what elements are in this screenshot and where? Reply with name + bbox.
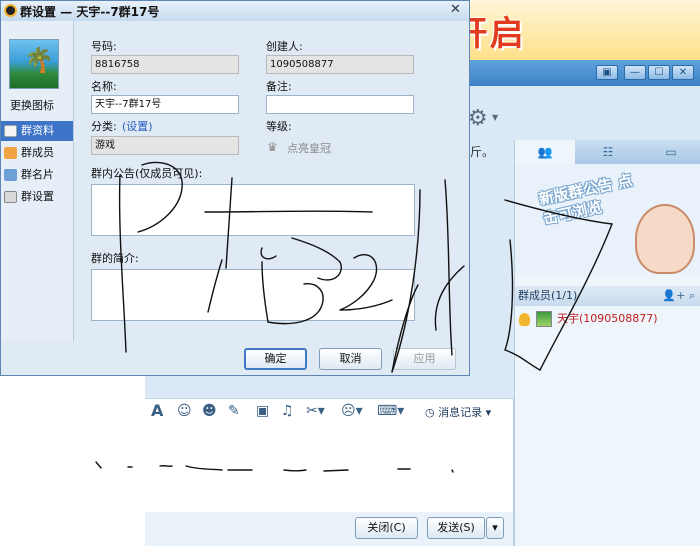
- members-count-label: 群成员(1/1): [518, 289, 578, 302]
- tab-album[interactable]: ▭: [641, 140, 700, 164]
- intro-textarea[interactable]: [91, 269, 415, 321]
- side-panel: 👥 ☷ ▭ 新版群公告 点击可浏览 群成员(1/1) 👤+ ⌕ 天宇(10905…: [514, 140, 700, 546]
- ad-text: 新版群公告 点击可浏览: [537, 171, 635, 229]
- emoji-icon[interactable]: ☺: [177, 403, 192, 419]
- tab-files[interactable]: ☷: [578, 140, 638, 164]
- divider: [513, 398, 514, 546]
- name-label: 名称:: [91, 80, 117, 93]
- font-icon[interactable]: A: [151, 401, 163, 420]
- dialog-title: 群设置 — 天宇--7群17号: [20, 5, 160, 19]
- input-toolbar: A ☺ ☻ ✎ ▣ ♫ ✂▾ ☹▾ ⌨▾ ◷ 消息记录 ▾: [145, 398, 513, 424]
- chevron-down-icon[interactable]: ▼: [492, 113, 498, 122]
- window-icon: ▭: [665, 145, 677, 159]
- message-input[interactable]: [145, 424, 513, 512]
- category-field: 游戏: [91, 136, 239, 155]
- send-button[interactable]: 发送(S): [427, 517, 485, 539]
- qq-penguin-icon: [4, 4, 17, 17]
- magic-face-icon[interactable]: ☻: [202, 403, 217, 419]
- number-field: 8816758: [91, 55, 239, 74]
- clock-icon: ◷: [425, 406, 439, 419]
- members-tools: 👤+ ⌕: [662, 286, 695, 306]
- dialog-titlebar[interactable]: 群设置 — 天宇--7群17号 ✕: [1, 1, 469, 21]
- image-icon[interactable]: ▣: [256, 403, 269, 419]
- palm-tree-icon: 🌴: [24, 46, 54, 74]
- screenshot-scissors-icon[interactable]: ✂▾: [306, 403, 325, 419]
- close-button[interactable]: 关闭(C): [355, 517, 418, 539]
- settings-nav: 🌴 更换图标 群资料 群成员 群名片 群设置: [1, 21, 74, 341]
- side-tabs: 👥 ☷ ▭: [515, 140, 700, 164]
- category-settings-link[interactable]: (设置): [122, 118, 153, 134]
- group-settings-icon: [4, 191, 17, 203]
- group-info-icon: [4, 125, 17, 137]
- music-icon[interactable]: ♫: [281, 403, 294, 419]
- close-icon[interactable]: ✕: [442, 1, 469, 19]
- chat-mode-icon[interactable]: ⌨▾: [377, 403, 404, 419]
- search-icon[interactable]: ⌕: [689, 289, 695, 302]
- nav-item-group-members[interactable]: 群成员: [1, 143, 73, 163]
- nav-item-label: 群成员: [21, 146, 54, 159]
- creator-field: 1090508877: [266, 55, 414, 74]
- apply-button[interactable]: 应用: [393, 348, 456, 370]
- people-icon: 👥: [537, 145, 553, 159]
- member-name: 天宇(1090508877): [557, 312, 658, 325]
- group-card-icon: [4, 169, 17, 181]
- dialog-footer: 确定 取消 应用: [1, 341, 469, 375]
- chat-bottom-bar: 关闭(C) 发送(S) ▾: [145, 512, 513, 546]
- close-window-button[interactable]: ✕: [672, 65, 694, 80]
- intro-label: 群的简介:: [91, 252, 139, 265]
- message-record-label: 消息记录: [438, 406, 483, 419]
- announcement-textarea[interactable]: [91, 184, 415, 236]
- ad-character-illustration: [635, 204, 695, 274]
- name-field[interactable]: 天宇--7群17号: [91, 95, 239, 114]
- group-settings-dialog: 群设置 — 天宇--7群17号 ✕ 🌴 更换图标 群资料 群成员 群名片 群设置…: [0, 0, 470, 376]
- scribble-stroke: [95, 461, 102, 469]
- owner-icon: [519, 312, 530, 326]
- tab-members[interactable]: 👥: [515, 140, 575, 164]
- cancel-button[interactable]: 取消: [319, 348, 382, 370]
- creator-label: 创建人:: [266, 40, 303, 53]
- minimize-button[interactable]: —: [624, 65, 646, 80]
- announcement-label: 群内公告(仅成员可见):: [91, 167, 203, 180]
- change-icon-link[interactable]: 更换图标: [10, 97, 54, 113]
- nav-item-group-info[interactable]: 群资料: [1, 121, 73, 141]
- category-label: 分类:: [91, 120, 117, 133]
- nav-item-group-settings[interactable]: 群设置: [1, 187, 73, 207]
- remark-field[interactable]: [266, 95, 414, 114]
- avatar: [535, 311, 552, 327]
- ok-button[interactable]: 确定: [244, 348, 307, 370]
- crown-icon: ♛: [267, 140, 278, 154]
- nav-item-group-card[interactable]: 群名片: [1, 165, 73, 185]
- skin-button[interactable]: ▣: [596, 65, 618, 80]
- group-members-icon: [4, 147, 17, 159]
- list-icon: ☷: [602, 145, 614, 159]
- light-crown-link[interactable]: 点亮皇冠: [287, 140, 331, 156]
- maximize-button[interactable]: ☐: [648, 65, 670, 80]
- remark-label: 备注:: [266, 80, 292, 93]
- members-header: 群成员(1/1) 👤+ ⌕: [515, 286, 700, 306]
- number-label: 号码:: [91, 40, 117, 53]
- edit-icon[interactable]: ✎: [228, 403, 240, 419]
- gear-icon[interactable]: ⚙: [468, 106, 488, 131]
- list-item[interactable]: 天宇(1090508877): [519, 310, 658, 328]
- chevron-down-icon: ▾: [482, 406, 492, 419]
- announcement-ad[interactable]: 新版群公告 点击可浏览: [515, 164, 700, 274]
- add-member-icon[interactable]: 👤+: [662, 289, 685, 302]
- message-record-button[interactable]: ◷ 消息记录 ▾: [425, 404, 491, 420]
- nav-item-label: 群资料: [21, 124, 54, 137]
- send-options-button[interactable]: ▾: [486, 517, 504, 539]
- emoticon-icon[interactable]: ☹▾: [341, 403, 363, 419]
- group-avatar[interactable]: 🌴: [9, 39, 59, 89]
- nav-item-label: 群设置: [21, 190, 54, 203]
- level-label: 等级:: [266, 120, 292, 133]
- nav-item-label: 群名片: [21, 168, 54, 181]
- chat-partial-text: 斤。: [470, 145, 495, 159]
